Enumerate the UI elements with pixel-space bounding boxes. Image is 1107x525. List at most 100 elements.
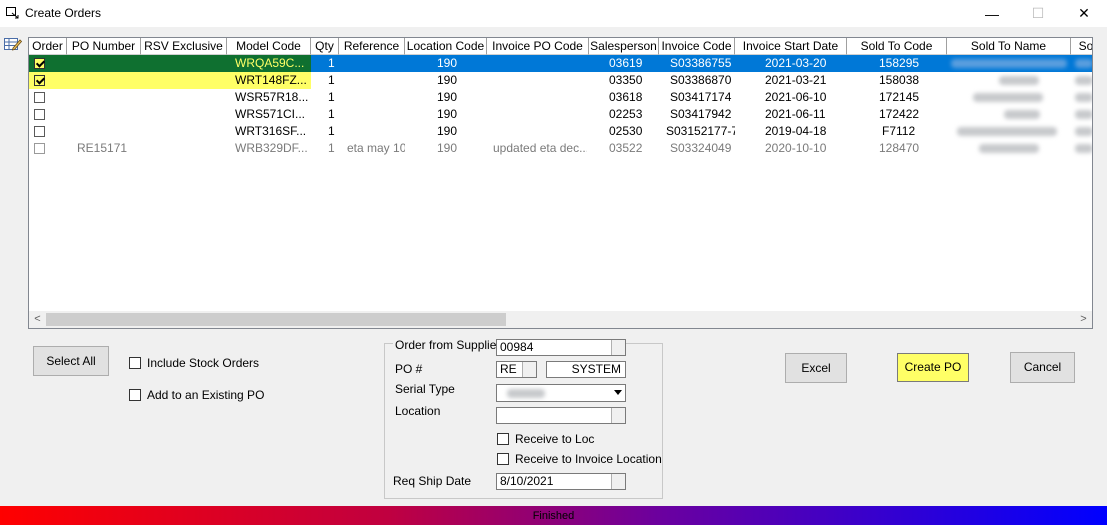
location-field[interactable] — [496, 407, 626, 424]
field-button[interactable] — [611, 340, 625, 355]
cell-sold-to-code: F7112 — [882, 124, 916, 138]
field-button[interactable] — [611, 474, 625, 489]
req-ship-date-field[interactable]: 8/10/2021 — [496, 473, 626, 490]
field-button[interactable] — [522, 362, 536, 377]
maximize-button[interactable]: ☐ — [1015, 0, 1061, 27]
col-location-code[interactable]: Location Code — [405, 38, 487, 55]
col-reference[interactable]: Reference — [339, 38, 405, 55]
supplier-field[interactable]: 00984 — [496, 339, 626, 356]
scrollbar-thumb[interactable] — [46, 313, 506, 326]
req-ship-date-label: Req Ship Date — [393, 474, 472, 488]
checkbox-box[interactable] — [497, 433, 509, 445]
table-row[interactable]: WRS571CI... 1 190 02253 S03417942 2021-0… — [29, 106, 1092, 123]
redacted-so — [1075, 76, 1092, 85]
redacted-name — [951, 59, 1067, 68]
cell-invoice-start-date: 2021-06-10 — [765, 90, 827, 104]
cell-invoice-po-code — [493, 55, 587, 72]
cell-invoice-po-code — [493, 72, 587, 89]
cell-invoice-po-code: updated eta dec... — [493, 141, 587, 155]
supplier-group-title: Order from Supplier — [393, 338, 503, 352]
receive-to-loc-checkbox[interactable]: Receive to Loc — [497, 432, 657, 447]
cell-sold-to-code: 172422 — [879, 107, 920, 121]
col-rsv-exclusive[interactable]: RSV Exclusive — [141, 38, 227, 55]
redacted-serial-type — [507, 389, 545, 398]
table-row[interactable]: RE15171 WRB329DF... 1 eta may 10 190 upd… — [29, 140, 1092, 157]
col-order[interactable]: Order — [29, 38, 67, 55]
cell-salesperson: 03618 — [609, 90, 643, 104]
cell-invoice-code: S03152177-7 — [666, 124, 735, 138]
order-checkbox[interactable] — [34, 75, 45, 86]
order-checkbox[interactable] — [34, 143, 45, 154]
scroll-right-arrow[interactable]: > — [1075, 311, 1092, 328]
cell-po-number: RE15171 — [77, 141, 128, 155]
cell-invoice-po-code — [493, 106, 587, 123]
table-row[interactable]: WRQA59C... 1 190 03619 S03386755 2021-03… — [29, 55, 1092, 72]
orders-grid[interactable]: Order PO Number RSV Exclusive Model Code… — [28, 37, 1093, 329]
horizontal-scrollbar[interactable]: < > — [29, 311, 1092, 328]
order-checkbox[interactable] — [34, 126, 45, 137]
col-so[interactable]: So — [1071, 38, 1092, 55]
select-all-button[interactable]: Select All — [33, 346, 109, 376]
col-model-code[interactable]: Model Code — [227, 38, 311, 55]
create-po-button[interactable]: Create PO — [897, 353, 969, 382]
redacted-name — [979, 144, 1039, 153]
serial-type-dropdown[interactable] — [496, 384, 626, 402]
close-button[interactable]: ✕ — [1061, 0, 1107, 27]
checkbox-box[interactable] — [129, 357, 141, 369]
checkbox-label: Include Stock Orders — [147, 356, 260, 370]
add-to-existing-po-checkbox[interactable]: Add to an Existing PO — [129, 388, 269, 403]
col-salesperson[interactable]: Salesperson — [589, 38, 659, 55]
cell-salesperson: 03350 — [609, 73, 643, 87]
table-row[interactable]: WRT148FZ... 1 190 03350 S03386870 2021-0… — [29, 72, 1092, 89]
cell-model-code: WRT316SF... — [235, 124, 307, 138]
order-checkbox[interactable] — [34, 58, 45, 69]
cell-reference — [347, 106, 405, 123]
po-label: PO # — [395, 362, 423, 376]
cell-salesperson: 02253 — [609, 107, 643, 121]
cell-invoice-start-date: 2020-10-10 — [765, 141, 827, 155]
order-checkbox[interactable] — [34, 109, 45, 120]
col-sold-to-code[interactable]: Sold To Code — [847, 38, 947, 55]
redacted-name — [957, 127, 1057, 136]
window-title: Create Orders — [25, 6, 102, 20]
checkbox-box[interactable] — [129, 389, 141, 401]
cell-invoice-code: S03417942 — [670, 107, 732, 121]
col-qty[interactable]: Qty — [311, 38, 339, 55]
cell-qty: 1 — [328, 73, 335, 87]
cell-qty: 1 — [328, 56, 335, 70]
cell-model-code: WRQA59C... — [235, 56, 305, 70]
cell-location-code: 190 — [437, 124, 458, 138]
cell-invoice-code: S03417174 — [670, 90, 732, 104]
po-prefix-field[interactable]: RE — [496, 361, 537, 378]
cell-model-code: WRS571CI... — [235, 107, 306, 121]
table-row[interactable]: WRT316SF... 1 190 02530 S03152177-7 2019… — [29, 123, 1092, 140]
cell-sold-to-code: 158295 — [879, 56, 920, 70]
cell-po-number — [77, 72, 141, 89]
minimize-button[interactable]: — — [969, 0, 1015, 27]
col-invoice-start-date[interactable]: Invoice Start Date — [735, 38, 847, 55]
scroll-left-arrow[interactable]: < — [29, 311, 46, 328]
location-label: Location — [395, 404, 441, 418]
redacted-so — [1075, 144, 1092, 153]
cancel-button[interactable]: Cancel — [1010, 352, 1075, 383]
col-sold-to-name[interactable]: Sold To Name — [947, 38, 1071, 55]
grid-edit-icon[interactable] — [4, 36, 22, 52]
cell-location-code: 190 — [437, 73, 458, 87]
col-invoice-code[interactable]: Invoice Code — [659, 38, 735, 55]
col-invoice-po-code[interactable]: Invoice PO Code — [487, 38, 589, 55]
table-row[interactable]: WSR57R18... 1 190 03618 S03417174 2021-0… — [29, 89, 1092, 106]
field-button[interactable] — [611, 408, 625, 423]
receive-to-invoice-location-checkbox[interactable]: Receive to Invoice Location — [497, 452, 662, 467]
order-checkbox[interactable] — [34, 92, 45, 103]
cell-reference — [347, 89, 405, 106]
po-user-field: SYSTEM — [546, 361, 626, 378]
cell-model-code: WRT148FZ... — [235, 73, 307, 87]
cell-location-code: 190 — [437, 56, 458, 70]
cell-qty: 1 — [328, 124, 335, 138]
include-stock-orders-checkbox[interactable]: Include Stock Orders — [129, 356, 269, 371]
excel-button[interactable]: Excel — [785, 353, 847, 383]
checkbox-box[interactable] — [497, 453, 509, 465]
cell-qty: 1 — [328, 107, 335, 121]
col-po-number[interactable]: PO Number — [67, 38, 141, 55]
cell-salesperson: 03522 — [609, 141, 643, 155]
